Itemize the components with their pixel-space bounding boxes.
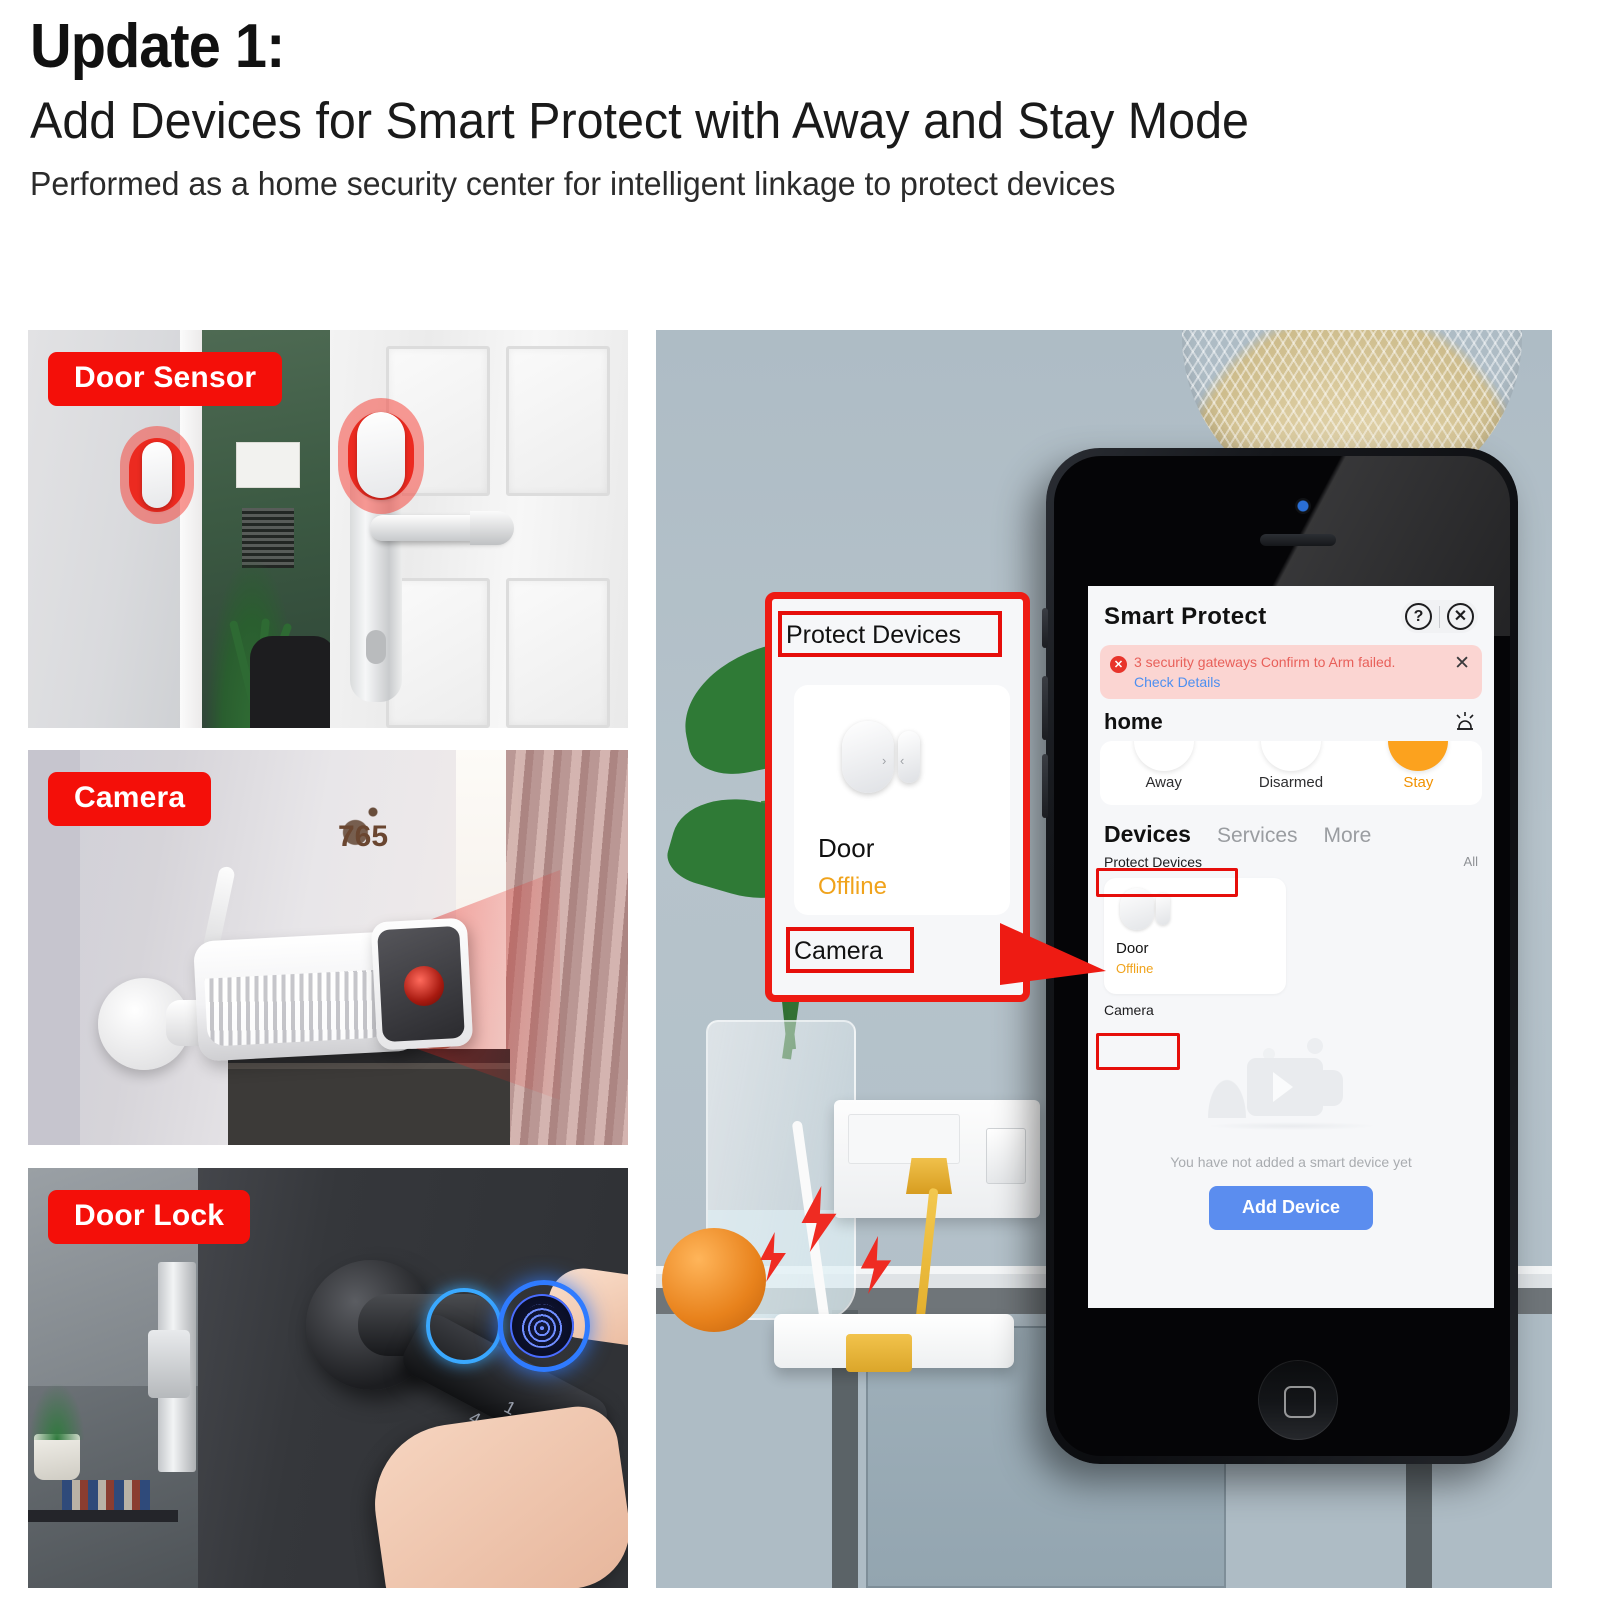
error-circle-icon: ✕ <box>1110 656 1127 673</box>
door-handle <box>370 511 514 545</box>
divider <box>1439 605 1440 628</box>
earpiece-speaker <box>1260 534 1336 546</box>
alert-dismiss-icon[interactable]: ✕ <box>1454 654 1470 673</box>
page-subtitle: Performed as a home security center for … <box>30 165 1116 203</box>
grapefruit <box>662 1228 766 1332</box>
infographic-page: Update 1: Add Devices for Smart Protect … <box>0 0 1600 1600</box>
mode-stay-disc <box>1388 740 1449 771</box>
smart-protect-app: Smart Protect ? ✕ ✕ 3 security gateways … <box>1088 586 1494 1308</box>
mode-disarmed-label: Disarmed <box>1258 773 1324 791</box>
camera-section-label[interactable]: Camera <box>1104 1002 1154 1018</box>
tab-bar: Devices Services More <box>1088 805 1494 848</box>
device-name: Door <box>1116 939 1149 957</box>
home-button[interactable] <box>1258 1360 1338 1440</box>
arm-mode-selector: Away Disarmed Stay <box>1100 740 1482 805</box>
illustration-shadow <box>1209 1121 1375 1130</box>
tab-devices[interactable]: Devices <box>1104 821 1191 848</box>
door-sensor-icon-large: › ‹ <box>842 721 920 793</box>
video-camera-icon <box>1247 1057 1323 1116</box>
protect-devices-label[interactable]: Protect Devices <box>1104 854 1202 870</box>
device-card-door[interactable]: Door Offline <box>1104 877 1286 994</box>
fingerprint-icon <box>510 1294 574 1358</box>
alarm-siren-icon[interactable] <box>1452 709 1478 735</box>
keyhole <box>366 630 386 664</box>
mode-away[interactable]: Away <box>1100 740 1227 805</box>
home-name: home <box>1104 708 1163 734</box>
home-row: home <box>1088 699 1494 737</box>
header-actions: ? ✕ <box>1401 600 1478 633</box>
wall-clock-decor: 765 <box>318 758 428 878</box>
latch-bolt <box>148 1330 190 1398</box>
panel-door-sensor: Door Sensor <box>28 330 628 728</box>
alert-message: 3 security gateways Confirm to Arm faile… <box>1134 654 1396 670</box>
door-panel <box>506 578 610 728</box>
callout-arrow-icon <box>1000 923 1106 985</box>
chair <box>250 636 336 728</box>
check-details-link[interactable]: Check Details <box>1134 674 1448 690</box>
page-header: Update 1: Add Devices for Smart Protect … <box>30 14 1550 203</box>
app-title: Smart Protect <box>1104 602 1267 630</box>
callout-device-name: Door <box>818 833 875 863</box>
badge-camera: Camera <box>48 772 212 826</box>
pot-illustration <box>1217 1095 1239 1116</box>
callout-title: Protect Devices <box>786 621 962 649</box>
zoom-callout-panel: Protect Devices › ‹ Door Offline Camera <box>765 592 1030 1002</box>
mode-away-label: Away <box>1145 773 1182 791</box>
add-device-button[interactable]: Add Device <box>1209 1185 1373 1230</box>
empty-state: You have not added a smart device yet Ad… <box>1088 1036 1494 1230</box>
alert-text-group: 3 security gateways Confirm to Arm faile… <box>1134 654 1448 690</box>
tab-services[interactable]: Services <box>1217 824 1298 848</box>
light-switch[interactable] <box>986 1128 1026 1184</box>
panel-door-lock: 1 4 2 5 3 ✳ # Door Lock <box>28 1168 628 1588</box>
mode-stay-label: Stay <box>1403 773 1434 791</box>
socket-outlet <box>848 1114 960 1164</box>
tab-more[interactable]: More <box>1324 824 1372 848</box>
scan-ring-inner <box>426 1288 502 1364</box>
door-panel <box>506 346 610 496</box>
question-mark-icon[interactable]: ? <box>1405 603 1432 630</box>
camera-lens-illustration <box>1321 1069 1343 1106</box>
callout-camera-label: Camera <box>794 937 883 965</box>
update-label: Update 1: <box>30 12 285 81</box>
camera-heatsink <box>204 969 388 1047</box>
mode-stay[interactable]: Stay <box>1355 740 1482 805</box>
protect-devices-row: Protect Devices All <box>1088 848 1494 870</box>
badge-door-lock: Door Lock <box>48 1190 251 1244</box>
badge-door-sensor: Door Sensor <box>48 352 283 406</box>
app-header: Smart Protect ? ✕ <box>1088 586 1494 641</box>
panel-camera: 765 Camera <box>28 750 628 1145</box>
mode-away-disc <box>1133 740 1194 771</box>
device-status: Offline <box>1116 960 1154 976</box>
alert-banner: ✕ 3 security gateways Confirm to Arm fai… <box>1100 645 1482 699</box>
mode-disarmed[interactable]: Disarmed <box>1227 740 1354 805</box>
callout-device-card: › ‹ Door Offline <box>794 685 1010 915</box>
mode-disarmed-disc <box>1260 740 1321 771</box>
books <box>62 1480 150 1510</box>
callout-device-status: Offline <box>818 873 887 900</box>
close-circle-icon[interactable]: ✕ <box>1447 603 1474 630</box>
potted-plant <box>30 1384 84 1480</box>
mute-switch[interactable] <box>1042 608 1048 648</box>
sensor-highlight-frame <box>120 426 194 524</box>
empty-state-text: You have not added a smart device yet <box>1170 1153 1412 1170</box>
empty-illustration <box>1191 1036 1391 1140</box>
camera-lens <box>404 966 444 1006</box>
all-filter-label[interactable]: All <box>1464 854 1478 869</box>
rj45-connector <box>846 1334 912 1372</box>
front-camera <box>1295 498 1311 514</box>
volume-up-button[interactable] <box>1042 676 1048 740</box>
bubble-icon <box>1307 1037 1323 1054</box>
shelf <box>28 1510 178 1522</box>
page-title: Add Devices for Smart Protect with Away … <box>30 92 1249 150</box>
door-sensor-icon <box>1120 887 1172 930</box>
volume-down-button[interactable] <box>1042 754 1048 818</box>
sensor-highlight-door <box>338 398 424 514</box>
